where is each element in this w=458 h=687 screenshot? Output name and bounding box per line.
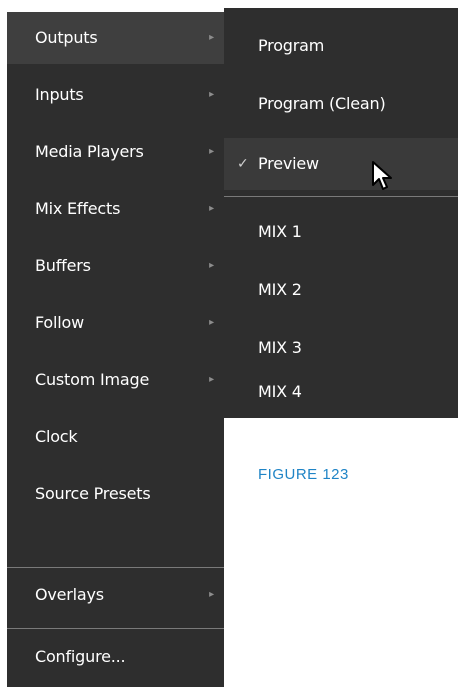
submenu-item-label: MIX 4 [258,382,302,401]
menu-item-custom-image[interactable]: Custom Image ▸ [7,354,224,406]
submenu-item-mix-2[interactable]: MIX 2 [224,264,458,316]
submenu-arrow-icon: ▸ [209,32,214,43]
submenu-arrow-icon: ▸ [209,146,214,157]
figure-caption: FIGURE 123 [258,466,349,483]
submenu-item-label: Preview [258,154,319,173]
menu-item-overlays[interactable]: Overlays ▸ [7,569,224,621]
menu-item-outputs[interactable]: Outputs ▸ [7,12,224,64]
menu-separator [7,567,224,568]
menu-item-label: Overlays [35,585,104,604]
submenu-item-label: Program (Clean) [258,94,386,113]
submenu-item-label: Program [258,36,325,55]
outputs-submenu: Program Program (Clean) ✓ Preview MIX 1 … [224,8,458,418]
submenu-arrow-icon: ▸ [209,260,214,271]
menu-item-follow[interactable]: Follow ▸ [7,297,224,349]
menu-item-mix-effects[interactable]: Mix Effects ▸ [7,183,224,235]
context-menu: Outputs ▸ Inputs ▸ Media Players ▸ Mix E… [0,0,224,687]
menu-item-media-players[interactable]: Media Players ▸ [7,126,224,178]
submenu-item-mix-1[interactable]: MIX 1 [224,206,458,258]
submenu-separator [224,196,458,197]
checkmark-icon: ✓ [237,156,249,172]
menu-item-label: Follow [35,313,84,332]
submenu-item-mix-4[interactable]: MIX 4 [224,366,458,418]
submenu-arrow-icon: ▸ [209,203,214,214]
menu-item-source-presets[interactable]: Source Presets [7,468,224,520]
menu-item-buffers[interactable]: Buffers ▸ [7,240,224,292]
submenu-item-preview[interactable]: ✓ Preview [224,138,458,190]
submenu-item-program-clean[interactable]: Program (Clean) [224,78,458,130]
menu-item-label: Media Players [35,142,144,161]
menu-item-label: Custom Image [35,370,150,389]
menu-item-configure[interactable]: Configure... [7,631,224,683]
menu-item-label: Outputs [35,28,98,47]
submenu-arrow-icon: ▸ [209,589,214,600]
main-menu-panel: Outputs ▸ Inputs ▸ Media Players ▸ Mix E… [7,12,224,687]
menu-item-label: Clock [35,427,78,446]
submenu-item-label: MIX 2 [258,280,302,299]
menu-item-clock[interactable]: Clock [7,411,224,463]
menu-item-inputs[interactable]: Inputs ▸ [7,69,224,121]
menu-item-label: Mix Effects [35,199,121,218]
menu-item-label: Buffers [35,256,91,275]
submenu-item-label: MIX 1 [258,222,302,241]
submenu-item-program[interactable]: Program [224,20,458,72]
submenu-arrow-icon: ▸ [209,317,214,328]
menu-item-label: Source Presets [35,484,151,503]
menu-item-label: Configure... [35,647,126,666]
submenu-item-label: MIX 3 [258,338,302,357]
submenu-arrow-icon: ▸ [209,374,214,385]
submenu-arrow-icon: ▸ [209,89,214,100]
mouse-pointer-icon [372,161,392,190]
menu-item-label: Inputs [35,85,84,104]
menu-separator [7,628,224,629]
